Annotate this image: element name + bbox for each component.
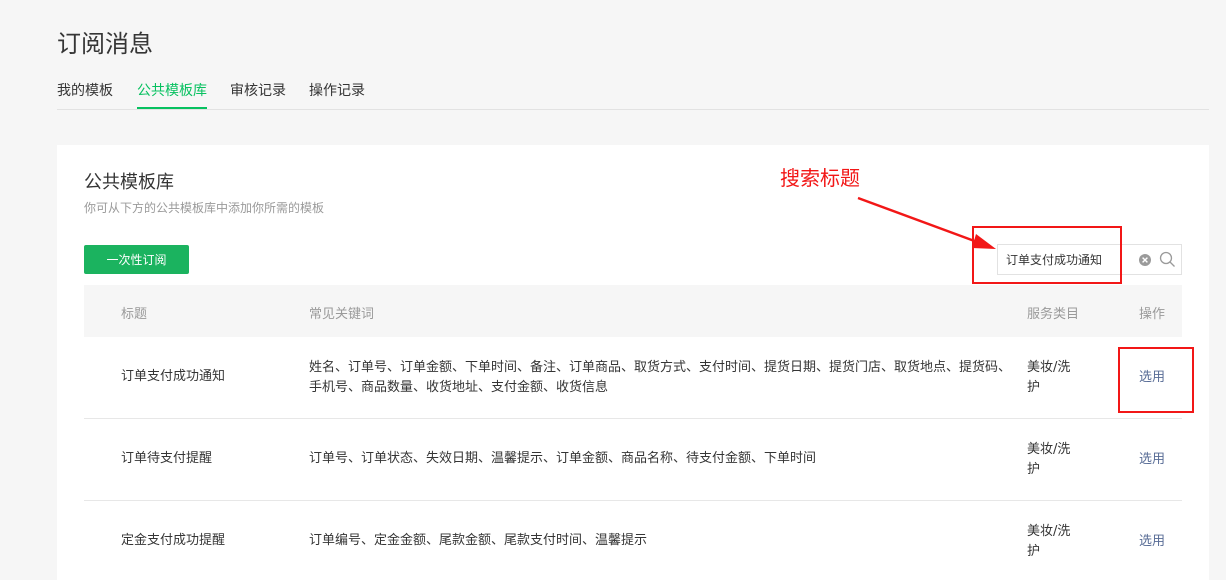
row-category: 美妆/洗护 <box>1027 360 1071 395</box>
header-category: 服务类目 <box>1027 307 1080 322</box>
row-keywords: 订单编号、定金金额、尾款金额、尾款支付时间、温馨提示 <box>309 533 648 548</box>
template-table: 标题 常见关键词 服务类目 操作 订单支付成功通知 姓名、订单号、订单金额、下单… <box>84 285 1182 580</box>
annotation-label: 搜索标题 <box>780 166 860 190</box>
tab-review-records[interactable]: 审核记录 <box>230 80 286 109</box>
table-row: 订单支付成功通知 姓名、订单号、订单金额、下单时间、备注、订单商品、取货方式、支… <box>84 337 1182 419</box>
header-action: 操作 <box>1139 307 1166 322</box>
search-icon[interactable] <box>1159 251 1176 268</box>
one-time-subscribe-button[interactable]: 一次性订阅 <box>84 245 189 274</box>
table-header: 标题 常见关键词 服务类目 操作 <box>84 285 1182 337</box>
tab-my-templates[interactable]: 我的模板 <box>57 80 113 109</box>
library-card: 公共模板库 你可从下方的公共模板库中添加你所需的模板 一次性订阅 标题 常见关键… <box>57 145 1209 580</box>
select-button[interactable]: 选用 <box>1139 532 1165 552</box>
row-category: 美妆/洗护 <box>1027 524 1071 559</box>
row-title: 定金支付成功提醒 <box>121 533 226 548</box>
annotation-box-select <box>1118 347 1194 413</box>
clear-icon[interactable] <box>1138 252 1152 266</box>
annotation-box-search <box>972 226 1122 284</box>
tab-operation-records[interactable]: 操作记录 <box>309 80 365 109</box>
page-title: 订阅消息 <box>57 30 153 58</box>
row-category: 美妆/洗护 <box>1027 442 1071 477</box>
tab-bar: 我的模板 公共模板库 审核记录 操作记录 <box>57 72 1209 110</box>
row-title: 订单待支付提醒 <box>121 451 213 466</box>
tab-public-library[interactable]: 公共模板库 <box>137 80 207 109</box>
header-title: 标题 <box>121 307 148 322</box>
row-keywords: 订单号、订单状态、失效日期、温馨提示、订单金额、商品名称、待支付金额、下单时间 <box>309 451 817 466</box>
row-keywords: 姓名、订单号、订单金额、下单时间、备注、订单商品、取货方式、支付时间、提货日期、… <box>309 360 1012 395</box>
table-row: 订单待支付提醒 订单号、订单状态、失效日期、温馨提示、订单金额、商品名称、待支付… <box>84 419 1182 501</box>
table-row: 定金支付成功提醒 订单编号、定金金额、尾款金额、尾款支付时间、温馨提示 美妆/洗… <box>84 501 1182 580</box>
select-button[interactable]: 选用 <box>1139 450 1165 470</box>
card-subtitle: 你可从下方的公共模板库中添加你所需的模板 <box>84 201 325 215</box>
row-title: 订单支付成功通知 <box>121 369 226 384</box>
card-title: 公共模板库 <box>84 172 174 193</box>
header-keywords: 常见关键词 <box>309 307 375 322</box>
